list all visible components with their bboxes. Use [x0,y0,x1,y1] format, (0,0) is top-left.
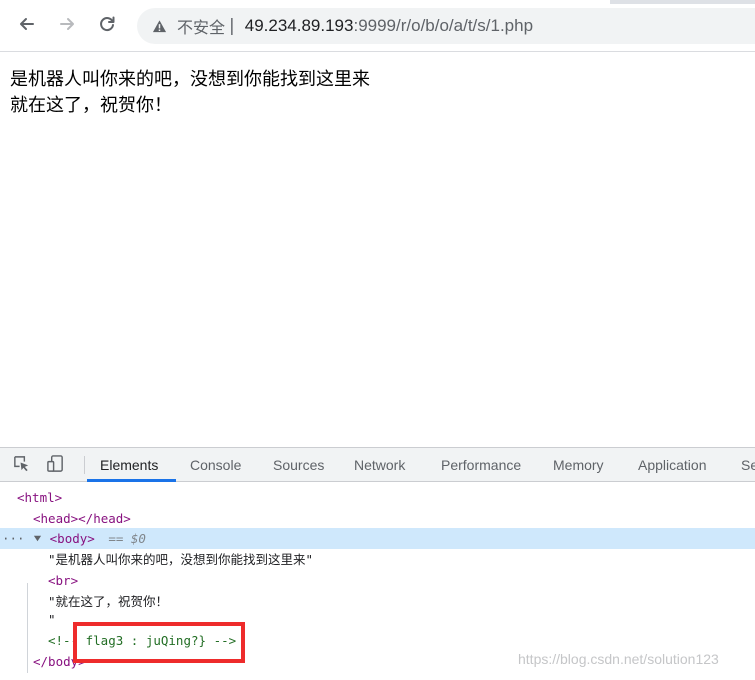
tab-overflow[interactable]: Se [741,448,755,482]
body-open-tag: <body> [49,531,95,546]
inspect-element-icon [12,454,31,477]
text-node-2: "就在这了，祝贺你！ [48,594,169,609]
node-menu-ellipsis[interactable]: ··· [2,531,25,546]
warning-triangle-icon[interactable] [151,18,167,34]
page-text-line-2: 就在这了，祝贺你！ [10,95,172,116]
tree-indent-guide [27,583,28,673]
tree-text-node-1[interactable]: "是机器人叫你来的吧，没想到你能找到这里来" [0,549,755,570]
tab-elements[interactable]: Elements [100,448,158,482]
tab-network[interactable]: Network [354,448,405,482]
tab-strip-inactive-edge [610,0,755,4]
selected-node-indicator: == $0 [108,531,146,546]
back-arrow-icon [17,14,37,38]
tab-performance[interactable]: Performance [441,448,521,482]
head-tag: <head></head> [33,511,131,526]
tab-memory[interactable]: Memory [553,448,604,482]
tab-strip-edge [0,0,755,4]
text-node-1: "是机器人叫你来的吧，没想到你能找到这里来" [48,552,314,567]
inspect-element-button[interactable] [10,455,32,475]
watermark: https://blog.csdn.net/solution123 [518,651,719,667]
tree-node-br[interactable]: <br> [0,570,755,591]
address-bar[interactable]: 不安全 | 49.234.89.193 :9999/r/o/b/o/a/t/s/… [137,8,755,44]
device-toolbar-icon [46,454,65,477]
url-path[interactable]: :9999/r/o/b/o/a/t/s/1.php [353,16,533,36]
devtools-panel: Elements Console Sources Network Perform… [0,447,755,679]
reload-icon [97,14,117,38]
forward-arrow-icon [57,14,77,38]
flag-highlight-box [73,622,245,663]
devtools-toolbar-divider [84,456,85,474]
tree-node-html[interactable]: <html> [0,487,755,508]
reload-button[interactable] [91,10,123,42]
browser-toolbar: 不安全 | 49.234.89.193 :9999/r/o/b/o/a/t/s/… [0,0,755,52]
devtools-tab-bar: Elements Console Sources Network Perform… [0,448,755,482]
device-toolbar-button[interactable] [44,454,66,477]
page-text-line-1: 是机器人叫你来的吧，没想到你能找到这里来 [10,69,370,90]
tab-application[interactable]: Application [638,448,707,482]
back-button[interactable] [11,10,43,42]
active-tab-indicator [87,479,176,482]
expand-triangle-icon[interactable] [32,528,42,549]
tab-console[interactable]: Console [190,448,241,482]
security-label[interactable]: 不安全 [177,14,225,38]
tree-node-body[interactable]: ··· <body> == $0 [0,528,755,549]
page-content: 是机器人叫你来的吧，没想到你能找到这里来 就在这了，祝贺你！ [0,53,755,447]
html-open-tag: <html> [17,490,63,505]
url-host[interactable]: 49.234.89.193 [245,16,354,36]
url-separator: | [229,16,235,36]
tab-sources[interactable]: Sources [273,448,324,482]
forward-button[interactable] [51,10,83,42]
br-tag: <br> [48,573,79,588]
tab-strip-active-edge [0,0,610,4]
text-node-2-closing-quote: " [48,612,56,627]
tree-node-head[interactable]: <head></head> [0,508,755,529]
